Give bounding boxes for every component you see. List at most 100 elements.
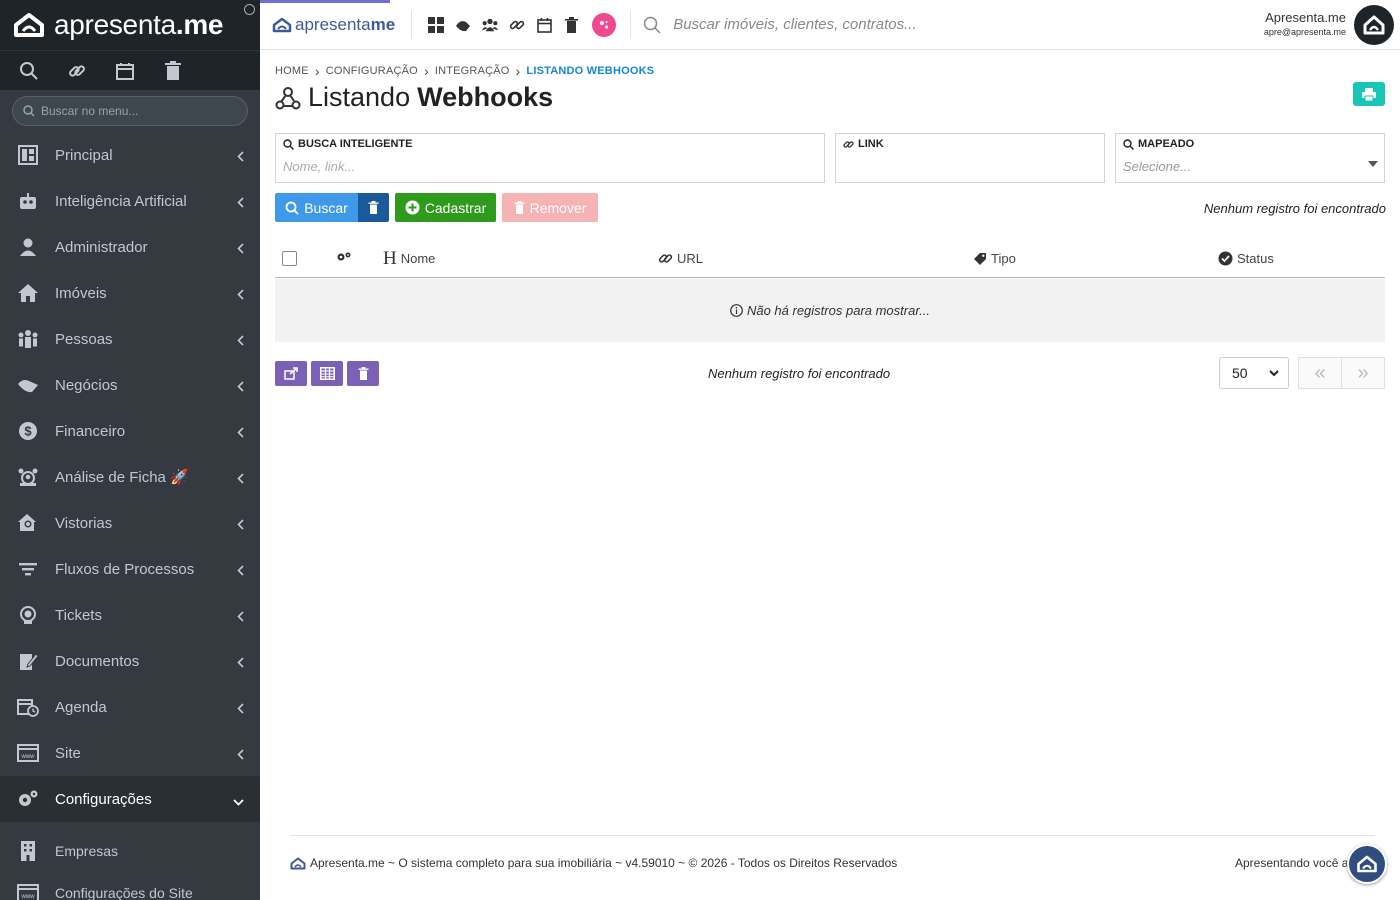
global-search (630, 10, 1074, 39)
heading-icon: H (383, 247, 397, 269)
sidebar-item-administrador[interactable]: Administrador (0, 224, 260, 270)
trash-icon (358, 367, 368, 380)
chevron-left-icon (237, 563, 244, 580)
search-button[interactable]: Buscar (275, 193, 358, 222)
prev-page-button[interactable]: « (1298, 357, 1342, 389)
breadcrumb-integration[interactable]: INTEGRAÇÃO (435, 65, 510, 77)
footer: Apresenta.me ~ O sistema completo para s… (290, 835, 1375, 875)
remove-button[interactable]: Remover (502, 193, 598, 222)
calendar-icon[interactable] (536, 17, 552, 33)
sidebar-subitem-configuracoes-do-site[interactable]: www Configurações do Site (0, 872, 260, 900)
sidebar-item-label: Financeiro (55, 422, 126, 440)
webhook-icon (275, 86, 301, 109)
sidebar-item-label: Administrador (55, 238, 148, 256)
sidebar-quick-actions (0, 50, 260, 90)
column-header-type[interactable]: Tipo (973, 251, 1016, 266)
chevron-left-icon (237, 333, 244, 350)
per-page-select[interactable]: 50 (1219, 357, 1289, 389)
user-info[interactable]: Apresenta.me apre@apresenta.me (1264, 10, 1346, 37)
columns-button[interactable] (311, 361, 343, 386)
next-page-button[interactable]: » (1341, 357, 1385, 389)
column-header-status[interactable]: Status (1218, 251, 1274, 266)
document-edit-icon (16, 649, 40, 673)
sidebar-item-label: Inteligência Artificial (55, 192, 187, 210)
export-button[interactable] (275, 361, 307, 386)
gears-icon (337, 252, 351, 261)
dashboard-icon (16, 143, 40, 167)
breadcrumb-config[interactable]: CONFIGURAÇÃO (326, 65, 418, 77)
handshake-icon[interactable] (455, 17, 471, 33)
avatar[interactable] (1354, 5, 1394, 45)
trash-icon[interactable] (160, 58, 186, 84)
smart-search-filter: BUSCA INTELIGENTE (275, 133, 825, 183)
brand-small[interactable]: apresentame (272, 15, 395, 35)
dashboard-icon[interactable] (428, 16, 445, 33)
apresenta-logo-icon (14, 13, 44, 37)
table-empty-row: Não há registros para mostrar... (275, 279, 1385, 342)
sidebar-item-imoveis[interactable]: Imóveis (0, 270, 260, 316)
sidebar-item-pessoas[interactable]: Pessoas (0, 316, 260, 362)
print-button[interactable] (1353, 82, 1385, 106)
info-circle-icon (730, 304, 743, 317)
global-search-input[interactable] (673, 16, 1074, 33)
sidebar-item-analise-de-ficha[interactable]: Análise de Ficha 🚀 (0, 454, 260, 500)
sidebar-item-fluxos-de-processos[interactable]: Fluxos de Processos (0, 546, 260, 592)
sidebar-item-label: Configurações (55, 790, 152, 808)
sidebar-item-vistorias[interactable]: Vistorias (0, 500, 260, 546)
sidebar-item-inteligencia-artificial[interactable]: Inteligência Artificial (0, 178, 260, 224)
chevron-left-icon (237, 379, 244, 396)
chevron-left-icon (237, 195, 244, 212)
people-icon (16, 327, 40, 351)
create-button[interactable]: Cadastrar (395, 193, 496, 222)
floating-help-button[interactable] (1347, 844, 1387, 884)
sidebar-item-negocios[interactable]: Negócios (0, 362, 260, 408)
sidebar-logo[interactable]: apresenta.me (0, 0, 260, 50)
sidebar-item-agenda[interactable]: Agenda (0, 684, 260, 730)
link-input[interactable] (843, 159, 1085, 174)
breadcrumb-home[interactable]: HOME (275, 65, 309, 77)
table-header: H Nome URL Tipo Status (275, 240, 1385, 278)
link-icon (843, 140, 854, 148)
caret-down-icon (1368, 161, 1378, 167)
sidebar-item-principal[interactable]: Principal (0, 132, 260, 178)
mapped-select[interactable]: MAPEADO Selecione... (1115, 133, 1385, 183)
gears-icon (16, 787, 40, 811)
sidebar-item-financeiro[interactable]: $ Financeiro (0, 408, 260, 454)
print-icon (1362, 87, 1376, 101)
topbar-quick-icons (411, 10, 617, 39)
column-header-url[interactable]: URL (658, 251, 703, 266)
search-icon[interactable] (16, 58, 42, 84)
people-icon[interactable] (482, 17, 499, 33)
bulk-delete-button[interactable] (347, 361, 379, 386)
no-records-hint-top: Nenhum registro foi encontrado (1203, 201, 1386, 216)
link-label: LINK (843, 138, 884, 150)
pin-icon[interactable] (244, 4, 255, 15)
clear-filters-button[interactable] (358, 193, 389, 222)
menu-search-input[interactable] (41, 104, 231, 118)
filter-icon (16, 557, 40, 581)
check-circle-icon (1218, 251, 1233, 266)
sidebar-item-configuracoes[interactable]: Configurações (0, 776, 260, 822)
trash-icon[interactable] (563, 16, 579, 33)
smart-search-input[interactable] (283, 159, 777, 174)
search-icon (285, 201, 299, 215)
calendar-icon[interactable] (112, 58, 138, 84)
sparkle-icon[interactable] (592, 12, 617, 37)
sidebar-item-label: Principal (55, 146, 113, 164)
link-icon[interactable] (509, 17, 525, 33)
sidebar-item-tickets[interactable]: Tickets (0, 592, 260, 638)
table-columns-icon (319, 367, 335, 380)
sidebar-item-label: Agenda (55, 698, 107, 716)
sidebar-item-site[interactable]: www Site (0, 730, 260, 776)
site-config-icon: www (16, 881, 40, 900)
sidebar-item-label: Imóveis (55, 284, 107, 302)
sidebar-subitem-empresas[interactable]: Empresas (0, 830, 260, 872)
chevron-down-icon (233, 793, 244, 810)
select-all-checkbox[interactable] (282, 251, 297, 266)
link-icon[interactable] (64, 58, 90, 84)
chevron-right-icon: › (515, 63, 521, 79)
sidebar-item-documentos[interactable]: Documentos (0, 638, 260, 684)
column-header-name[interactable]: H Nome (383, 247, 435, 269)
sidebar-item-label: Documentos (55, 652, 140, 670)
support-icon (16, 603, 40, 627)
